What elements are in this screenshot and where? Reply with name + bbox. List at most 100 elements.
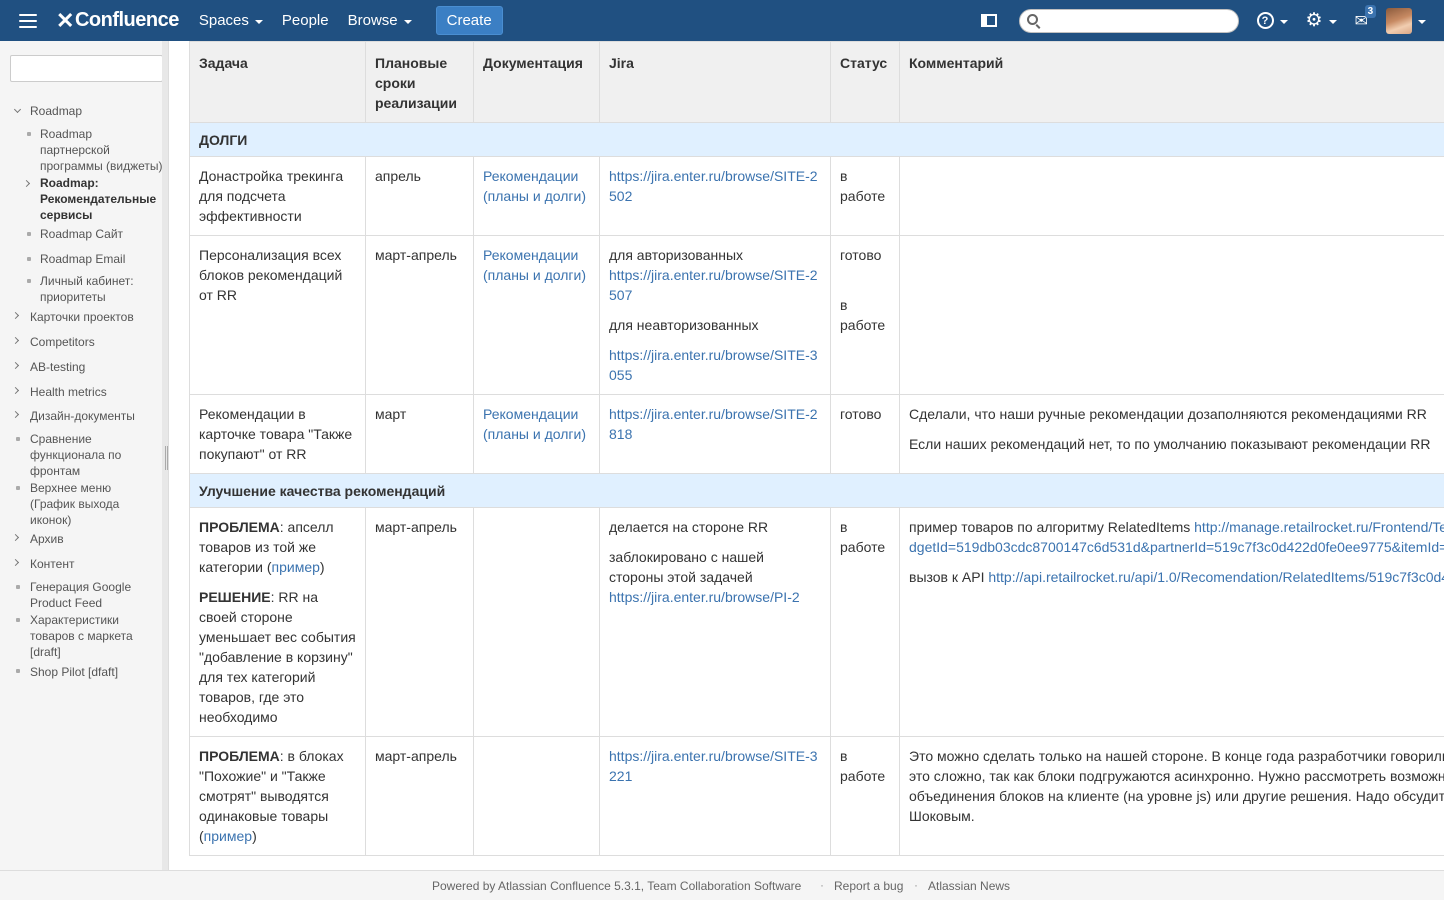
jira-link[interactable]: https://jira.enter.ru/browse/SITE-3055 — [609, 347, 818, 383]
sidebar-item-project-cards[interactable]: Карточки проектов — [30, 309, 165, 325]
comment-text: Если наших рекомендаций нет, то по умолч… — [909, 436, 1431, 452]
table-row: Персонализация всех блоков рекомендаций … — [189, 235, 1444, 395]
search-input[interactable] — [1018, 8, 1239, 33]
comment-prefix: пример товаров по алгоритму RelatedItems — [909, 519, 1195, 535]
sidebar-item-content[interactable]: Контент — [30, 556, 165, 572]
sidebar-item-competitors[interactable]: Competitors — [30, 334, 165, 350]
doc-cell — [473, 736, 600, 856]
browse-menu[interactable]: Browse — [348, 12, 412, 29]
jira-link[interactable]: https://jira.enter.ru/browse/SITE-2507 — [609, 267, 818, 303]
terms-cell: апрель — [365, 156, 474, 236]
table-header-row: Задача Плановые сроки реализации Докумен… — [189, 41, 1444, 123]
sidebar-item-archive[interactable]: Архив — [30, 531, 165, 547]
avatar — [1386, 7, 1412, 34]
api-link[interactable]: http://api.retailrocket.ru/api/1.0/Recom… — [988, 569, 1444, 585]
chevron-right-icon[interactable] — [11, 361, 20, 370]
confluence-logo[interactable]: ✕ Confluence — [56, 8, 179, 34]
doc-cell: Рекомендации (планы и долги) — [473, 235, 600, 395]
roadmap-table: Задача Плановые сроки реализации Докумен… — [189, 41, 1444, 856]
jira-note-text: для авторизованных — [609, 247, 744, 263]
chevron-right-icon[interactable] — [11, 311, 20, 320]
bullet-icon — [16, 585, 20, 589]
sidebar-item-health-metrics[interactable]: Health metrics — [30, 384, 165, 400]
jira-link[interactable]: https://jira.enter.ru/browse/SITE-3221 — [609, 748, 818, 784]
doc-cell: Рекомендации (планы и долги) — [473, 156, 600, 236]
menu-icon[interactable] — [19, 13, 37, 28]
chevron-down-icon — [1328, 19, 1337, 24]
jira-link[interactable]: https://jira.enter.ru/browse/SITE-2502 — [609, 168, 818, 204]
sidebar-item-design-docs[interactable]: Дизайн-документы — [30, 408, 165, 424]
comment-cell — [899, 156, 1444, 236]
example-link[interactable]: пример — [272, 559, 320, 575]
problem-text: ПРОБЛЕМА: апселл товаров из той же катег… — [199, 517, 356, 577]
bullet-icon — [27, 132, 31, 136]
terms-cell: март-апрель — [365, 235, 474, 395]
group-title: Улучшение качества рекомендаций — [189, 473, 1444, 508]
sidebar-toggle-icon[interactable] — [980, 14, 997, 27]
sidebar-resize-handle[interactable] — [165, 446, 168, 470]
status-text: в работе — [840, 297, 886, 333]
settings-menu[interactable]: ⚙ — [1306, 11, 1337, 30]
sidebar-item-shop-pilot[interactable]: Shop Pilot [dfaft] — [30, 664, 165, 680]
comment-prefix: вызов к API — [909, 569, 989, 585]
chevron-right-icon[interactable] — [11, 410, 20, 419]
bullet-icon — [16, 618, 20, 622]
help-menu[interactable]: ? — [1256, 12, 1288, 29]
notifications-button[interactable]: ✉ 3 — [1355, 4, 1377, 31]
chevron-right-icon[interactable] — [11, 336, 20, 345]
doc-link[interactable]: Рекомендации (планы и долги) — [483, 406, 586, 442]
task-cell: Донастройка трекинга для подсчета эффект… — [189, 156, 366, 236]
jira-cell: https://jira.enter.ru/browse/SITE-2818 — [599, 394, 831, 474]
search-icon — [1026, 13, 1038, 25]
jira-link[interactable]: https://jira.enter.ru/browse/SITE-2818 — [609, 406, 818, 442]
chevron-down-icon[interactable] — [13, 105, 22, 114]
solution-description: : RR на своей стороне уменьшает вес собы… — [199, 589, 356, 725]
sidebar-item-feature-comparison[interactable]: Сравнение функционала по фронтам — [30, 431, 135, 479]
sidebar-search-input[interactable] — [10, 55, 163, 82]
sidebar-item-roadmap[interactable]: Roadmap — [30, 103, 160, 119]
sidebar-item-email-roadmap[interactable]: Roadmap Email — [40, 251, 165, 267]
sidebar-item-google-feed[interactable]: Генерация Google Product Feed — [30, 579, 145, 611]
chevron-right-icon[interactable] — [11, 533, 20, 542]
comment-cell: пример товаров по алгоритму RelatedItems… — [899, 507, 1444, 737]
user-menu[interactable] — [1386, 7, 1426, 34]
example-link[interactable]: пример — [204, 828, 252, 844]
solution-label: РЕШЕНИЕ — [199, 589, 271, 605]
column-header: Задача — [189, 41, 366, 123]
people-link[interactable]: People — [282, 12, 329, 29]
sidebar-item-market-specs[interactable]: Характеристики товаров с маркета [draft] — [30, 612, 145, 660]
task-cell: Рекомендации в карточке товара "Также по… — [189, 394, 366, 474]
jira-link[interactable]: https://jira.enter.ru/browse/PI-2 — [609, 589, 800, 605]
sidebar-item-partner-roadmap[interactable]: Roadmap партнерской программы (виджеты) — [40, 126, 165, 174]
chevron-down-icon — [254, 19, 263, 24]
chevron-right-icon[interactable] — [11, 558, 20, 567]
jira-cell: https://jira.enter.ru/browse/SITE-3221 — [599, 736, 831, 856]
spaces-label: Spaces — [198, 12, 249, 29]
chevron-right-icon[interactable] — [22, 179, 31, 188]
sidebar-item-personal-account[interactable]: Личный кабинет: приоритеты — [40, 273, 165, 305]
report-bug-link[interactable]: Report a bug — [834, 879, 903, 893]
confluence-logo-icon: ✕ — [56, 7, 74, 33]
sidebar-item-ab-testing[interactable]: AB-testing — [30, 359, 165, 375]
doc-link[interactable]: Рекомендации (планы и долги) — [483, 247, 586, 283]
comment-cell: Сделали, что наши ручные рекомендации до… — [899, 394, 1444, 474]
status-cell: в работе — [830, 736, 900, 856]
logo-text: Confluence — [74, 9, 179, 31]
create-button[interactable]: Create — [435, 6, 503, 35]
solution-text: РЕШЕНИЕ: RR на своей стороне уменьшает в… — [199, 587, 356, 727]
atlassian-news-link[interactable]: Atlassian News — [928, 879, 1010, 893]
spaces-menu[interactable]: Spaces — [199, 12, 263, 29]
sidebar-item-site-roadmap[interactable]: Roadmap Сайт — [40, 226, 165, 242]
footer-separator: · — [914, 878, 918, 892]
chevron-right-icon[interactable] — [11, 386, 20, 395]
sidebar-item-recommendations[interactable]: Roadmap: Рекомендательные сервисы — [40, 175, 165, 223]
status-cell: готово — [830, 394, 900, 474]
doc-link[interactable]: Рекомендации (планы и долги) — [483, 168, 586, 204]
footer-separator: · — [820, 878, 824, 892]
sidebar-item-top-menu[interactable]: Верхнее меню (График выхода иконок) — [30, 480, 135, 528]
task-cell: ПРОБЛЕМА: апселл товаров из той же катег… — [189, 507, 366, 737]
page-content: Задача Плановые сроки реализации Докумен… — [169, 41, 1444, 870]
task-cell: Персонализация всех блоков рекомендаций … — [189, 235, 366, 395]
group-row: ДОЛГИ — [189, 122, 1444, 157]
chevron-down-icon — [1418, 19, 1426, 24]
